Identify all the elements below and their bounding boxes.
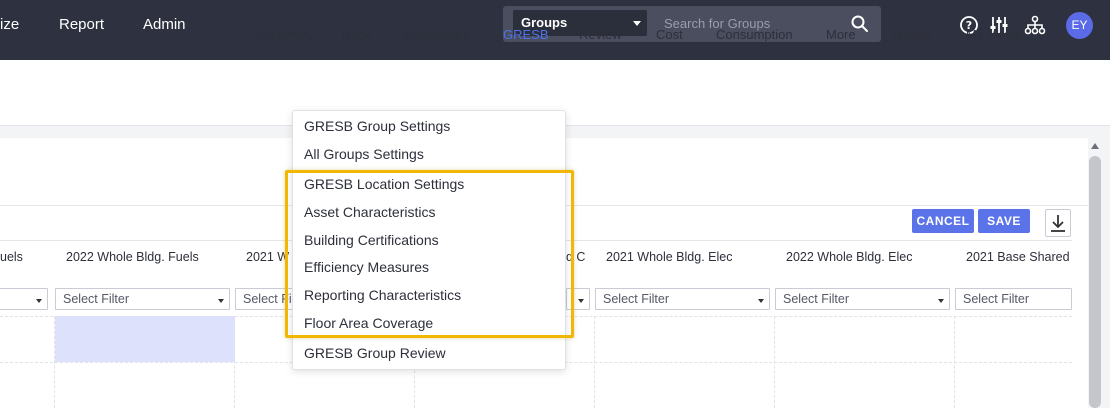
selected-table-cell[interactable]	[55, 316, 235, 362]
save-button[interactable]: SAVE	[978, 209, 1030, 233]
filter-placeholder: Select Filter	[603, 292, 669, 306]
hierarchy-icon[interactable]	[1024, 14, 1046, 36]
filter-placeholder: Select Filter	[963, 292, 1029, 306]
caret-down-icon	[218, 299, 224, 303]
caret-down-icon	[578, 299, 584, 303]
filter-placeholder: Select Filter	[783, 292, 849, 306]
cancel-button[interactable]: CANCEL	[912, 209, 974, 233]
column-header[interactable]: 2021 Whole Bldg. Elec	[606, 250, 732, 264]
column-filter-select[interactable]: Select Filter	[955, 288, 1072, 310]
menu-item-gresb-group-review[interactable]: GRESB Group Review	[304, 345, 446, 361]
caret-down-icon	[758, 299, 764, 303]
tab-benchmark[interactable]: Benchmark	[404, 27, 470, 42]
filter-placeholder: Select Filter	[63, 292, 129, 306]
tab-gresb[interactable]: GRESB	[503, 27, 549, 42]
scroll-up-arrow-icon[interactable]	[1091, 143, 1099, 149]
nav-item-report[interactable]: Report	[59, 16, 104, 34]
download-icon	[1051, 215, 1065, 232]
menu-item-gresb-group-settings[interactable]: GRESB Group Settings	[304, 118, 450, 134]
column-header[interactable]: 2021 W	[246, 250, 289, 264]
download-button[interactable]	[1045, 209, 1071, 237]
column-filter-select[interactable]: Select Filter	[595, 288, 770, 310]
tab-more[interactable]: More	[826, 27, 856, 42]
user-avatar[interactable]: EY	[1066, 12, 1093, 39]
column-filter-select[interactable]	[0, 288, 48, 310]
menu-item-all-groups-settings[interactable]: All Groups Settings	[304, 146, 424, 162]
column-filter-select[interactable]: Select Filter	[775, 288, 950, 310]
caret-down-icon	[633, 21, 641, 26]
grid-line	[954, 316, 955, 408]
nav-item-organize[interactable]: ize	[0, 16, 19, 34]
grid-line	[774, 316, 775, 408]
column-header[interactable]: uels	[0, 250, 23, 264]
column-header[interactable]: 2021 Base Shared	[966, 250, 1070, 264]
scrollbar-thumb[interactable]	[1089, 156, 1101, 408]
tab-consumption[interactable]: Consumption	[716, 27, 793, 42]
column-header[interactable]: 2022 Whole Bldg. Fuels	[66, 250, 199, 264]
highlight-box	[285, 170, 574, 338]
grid-line	[594, 316, 595, 408]
column-header[interactable]: 2022 Whole Bldg. Elec	[786, 250, 912, 264]
column-filter-select[interactable]: Select Filter	[55, 288, 230, 310]
tab-testing[interactable]: Testing	[890, 27, 931, 42]
tab-track[interactable]: Track	[339, 27, 371, 42]
tab-cost[interactable]: Cost	[656, 27, 683, 42]
caret-down-icon	[938, 299, 944, 303]
tab-summary[interactable]: Summary	[258, 27, 314, 42]
nav-item-admin[interactable]: Admin	[143, 16, 186, 34]
caret-down-icon	[36, 299, 42, 303]
tab-my-views[interactable]: My Views	[966, 27, 1021, 42]
tab-review[interactable]: Review	[579, 27, 622, 42]
